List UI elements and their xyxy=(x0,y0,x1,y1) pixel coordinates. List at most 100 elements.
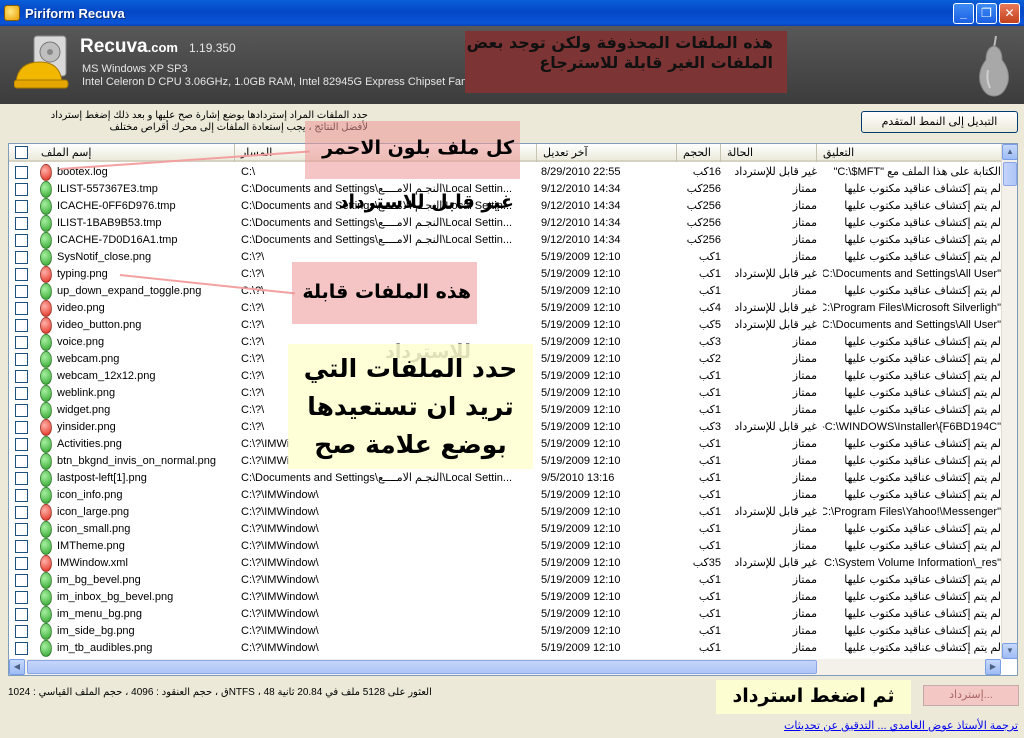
row-checkbox[interactable] xyxy=(15,183,28,196)
title-bar: Piriform Recuva _ ❐ ✕ xyxy=(0,0,1024,26)
row-checkbox[interactable] xyxy=(15,200,28,213)
row-checkbox[interactable] xyxy=(15,251,28,264)
file-comment: الكتابة على هذا الملف مع "C:\$MFT" xyxy=(833,166,1001,178)
file-path: C:\?\IMWindow\ xyxy=(241,540,319,552)
row-checkbox[interactable] xyxy=(15,217,28,230)
row-checkbox[interactable] xyxy=(15,421,28,434)
row-checkbox[interactable] xyxy=(15,234,28,247)
table-row[interactable]: im_side_bg.png C:\?\IMWindow\ 5/19/2009 12… xyxy=(9,623,1001,640)
vertical-scrollbar[interactable]: ▲ ▼ xyxy=(1001,144,1017,659)
file-comment: لم يتم إكتشاف عناقيد مكتوب عليها xyxy=(844,625,1001,637)
row-checkbox[interactable] xyxy=(15,268,28,281)
row-checkbox[interactable] xyxy=(15,523,28,536)
horizontal-scroll-thumb[interactable] xyxy=(27,660,817,674)
row-checkbox[interactable] xyxy=(15,319,28,332)
file-name: ICACHE-7D0D16A1.tmp xyxy=(57,234,178,246)
file-size: 256كب xyxy=(686,217,721,229)
row-checkbox[interactable] xyxy=(15,166,28,179)
hard-hat-drive-logo-icon xyxy=(14,35,69,89)
file-date: 9/12/2010 14:34 xyxy=(541,183,621,195)
table-row[interactable]: lastpost-left[1].png C:\Documents and Set… xyxy=(9,470,1001,487)
scroll-down-arrow-icon[interactable]: ▼ xyxy=(1002,643,1017,659)
credits-update-link[interactable]: ترجمة الأستاذ عوض الغامدي ... التدقيق عن… xyxy=(784,719,1018,732)
row-checkbox[interactable] xyxy=(15,574,28,587)
file-name: SysNotif_close.png xyxy=(57,251,152,263)
file-date: 5/19/2009 12:10 xyxy=(541,285,621,297)
table-row[interactable]: video_button.png C:\?\ 5/19/2009 12:10 5كب غ… xyxy=(9,317,1001,334)
row-checkbox[interactable] xyxy=(15,302,28,315)
row-checkbox[interactable] xyxy=(15,472,28,485)
file-date: 5/19/2009 12:10 xyxy=(541,642,621,654)
row-checkbox[interactable] xyxy=(15,506,28,519)
table-row[interactable]: im_bg_bevel.png C:\?\IMWindow\ 5/19/2009 1… xyxy=(9,572,1001,589)
row-checkbox[interactable] xyxy=(15,642,28,655)
row-checkbox[interactable] xyxy=(15,625,28,638)
piriform-pear-logo-icon xyxy=(979,35,1009,97)
file-state: ممتاز xyxy=(792,591,817,603)
file-path: C:\?\IMWindow\ xyxy=(241,523,319,535)
file-state: ممتاز xyxy=(792,608,817,620)
table-row[interactable]: typing.png C:\?\ 5/19/2009 12:10 1كب غير قاب… xyxy=(9,266,1001,283)
file-state: ممتاز xyxy=(792,404,817,416)
file-date: 5/19/2009 12:10 xyxy=(541,370,621,382)
column-header-size[interactable]: الحجم xyxy=(677,144,721,162)
select-all-checkbox[interactable] xyxy=(15,146,28,159)
file-state: غير قابل للإسترداد xyxy=(734,268,817,280)
file-comment: لم يتم إكتشاف عناقيد مكتوب عليها xyxy=(844,574,1001,586)
file-comment: "C:\Documents and Settings\All User xyxy=(823,268,1001,280)
recoverable-status-icon xyxy=(40,487,52,504)
file-name: voice.png xyxy=(57,336,105,348)
file-path: C:\Documents and Settings\النجـم الامـــ… xyxy=(241,472,513,484)
file-comment: "C:\WINDOWS\Installer\{F6BD194C- xyxy=(823,421,1001,433)
row-checkbox[interactable] xyxy=(15,489,28,502)
recover-button[interactable]: إسترداد... xyxy=(923,685,1019,706)
row-checkbox[interactable] xyxy=(15,404,28,417)
file-comment: "C:\System Volume Information\_res xyxy=(824,557,1001,569)
file-state: ممتاز xyxy=(792,200,817,212)
table-row[interactable]: video.png C:\?\ 5/19/2009 12:10 4كب غير قابل… xyxy=(9,300,1001,317)
file-state: ممتاز xyxy=(792,472,817,484)
table-row[interactable]: im_inbox_bg_bevel.png C:\?\IMWindow\ 5/19/… xyxy=(9,589,1001,606)
file-comment: لم يتم إكتشاف عناقيد مكتوب عليها xyxy=(844,336,1001,348)
scroll-left-arrow-icon[interactable]: ◀ xyxy=(9,659,25,675)
close-button[interactable]: ✕ xyxy=(999,3,1020,24)
row-checkbox[interactable] xyxy=(15,455,28,468)
maximize-button[interactable]: ❐ xyxy=(976,3,997,24)
minimize-button[interactable]: _ xyxy=(953,3,974,24)
column-header-state[interactable]: الحالة xyxy=(721,144,817,162)
row-checkbox[interactable] xyxy=(15,387,28,400)
table-row[interactable]: icon_large.png C:\?\IMWindow\ 5/19/2009 12… xyxy=(9,504,1001,521)
column-header-comment[interactable]: التعليق xyxy=(817,144,1001,162)
table-row[interactable]: ICACHE-7D0D16A1.tmp C:\Documents and Sett… xyxy=(9,232,1001,249)
row-checkbox[interactable] xyxy=(15,336,28,349)
row-checkbox[interactable] xyxy=(15,608,28,621)
table-row[interactable]: im_menu_bg.png C:\?\IMWindow\ 5/19/2009 12… xyxy=(9,606,1001,623)
row-checkbox[interactable] xyxy=(15,591,28,604)
column-header-date[interactable]: آخر تعديل xyxy=(537,144,677,162)
file-date: 5/19/2009 12:10 xyxy=(541,251,621,263)
row-checkbox[interactable] xyxy=(15,557,28,570)
recoverable-status-icon xyxy=(40,623,52,640)
advanced-mode-button[interactable]: التبديل إلى النمط المتقدم xyxy=(861,111,1018,133)
row-checkbox[interactable] xyxy=(15,285,28,298)
file-state: ممتاز xyxy=(792,540,817,552)
file-state: ممتاز xyxy=(792,387,817,399)
row-checkbox[interactable] xyxy=(15,370,28,383)
horizontal-scrollbar[interactable]: ◀ ▶ xyxy=(9,659,1001,675)
table-row[interactable]: up_down_expand_toggle.png C:\?\ 5/19/2009 … xyxy=(9,283,1001,300)
table-row[interactable]: IMWindow.xml C:\?\IMWindow\ 5/19/2009 12:1… xyxy=(9,555,1001,572)
table-row[interactable]: im_tb_audibles.png C:\?\IMWindow\ 5/19/200… xyxy=(9,640,1001,657)
scroll-up-arrow-icon[interactable]: ▲ xyxy=(1002,144,1017,160)
vertical-scroll-thumb[interactable] xyxy=(1003,162,1017,186)
table-row[interactable]: IMTheme.png C:\?\IMWindow\ 5/19/2009 12:10… xyxy=(9,538,1001,555)
table-row[interactable]: icon_info.png C:\?\IMWindow\ 5/19/2009 12:… xyxy=(9,487,1001,504)
row-checkbox[interactable] xyxy=(15,438,28,451)
row-checkbox[interactable] xyxy=(15,540,28,553)
scroll-right-arrow-icon[interactable]: ▶ xyxy=(985,659,1001,675)
table-row[interactable]: SysNotif_close.png C:\?\ 5/19/2009 12:10 1ك… xyxy=(9,249,1001,266)
file-comment: لم يتم إكتشاف عناقيد مكتوب عليها xyxy=(844,183,1001,195)
file-name: ICACHE-0FF6D976.tmp xyxy=(57,200,176,212)
unrecoverable-status-icon xyxy=(40,266,52,283)
table-row[interactable]: icon_small.png C:\?\IMWindow\ 5/19/2009 12… xyxy=(9,521,1001,538)
row-checkbox[interactable] xyxy=(15,353,28,366)
